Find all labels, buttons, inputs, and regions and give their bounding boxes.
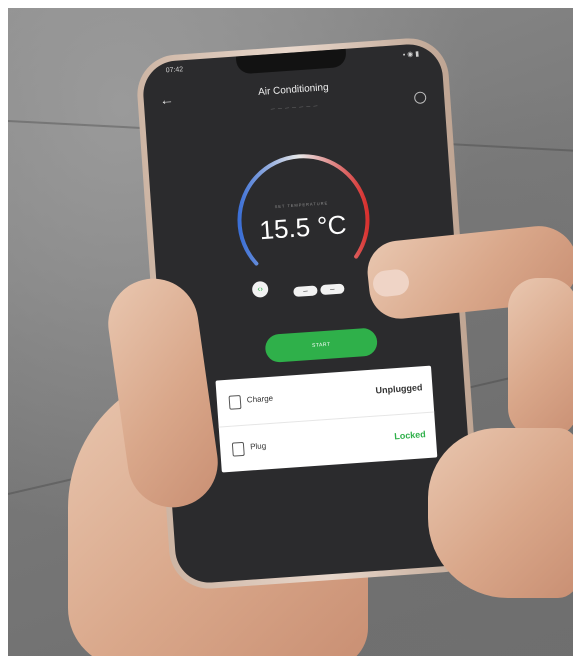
- photo-frame: 07:42 ▪ ◉ ▮ ← Air Conditioning — — — — —…: [8, 8, 573, 656]
- temp-decrease-button[interactable]: –: [293, 285, 318, 298]
- status-label: Charge: [246, 393, 274, 405]
- clock-icon[interactable]: [413, 91, 427, 105]
- charge-icon: [228, 394, 242, 410]
- phone-notch: [235, 48, 347, 75]
- temp-increase-button[interactable]: –: [320, 283, 345, 296]
- lock-icon: [231, 441, 245, 457]
- status-value: Locked: [393, 429, 427, 442]
- status-label: Plug: [249, 441, 267, 452]
- status-time: 07:42: [165, 66, 184, 75]
- status-card: Charge Unplugged Plug Locked: [215, 365, 438, 474]
- status-icons: ▪ ◉ ▮: [402, 50, 420, 59]
- link-icon[interactable]: ‹›: [251, 280, 269, 298]
- status-value: Unplugged: [375, 382, 423, 396]
- start-button[interactable]: START: [264, 327, 379, 364]
- right-hand-fingers: [428, 428, 573, 598]
- right-hand-knuckle: [508, 278, 573, 438]
